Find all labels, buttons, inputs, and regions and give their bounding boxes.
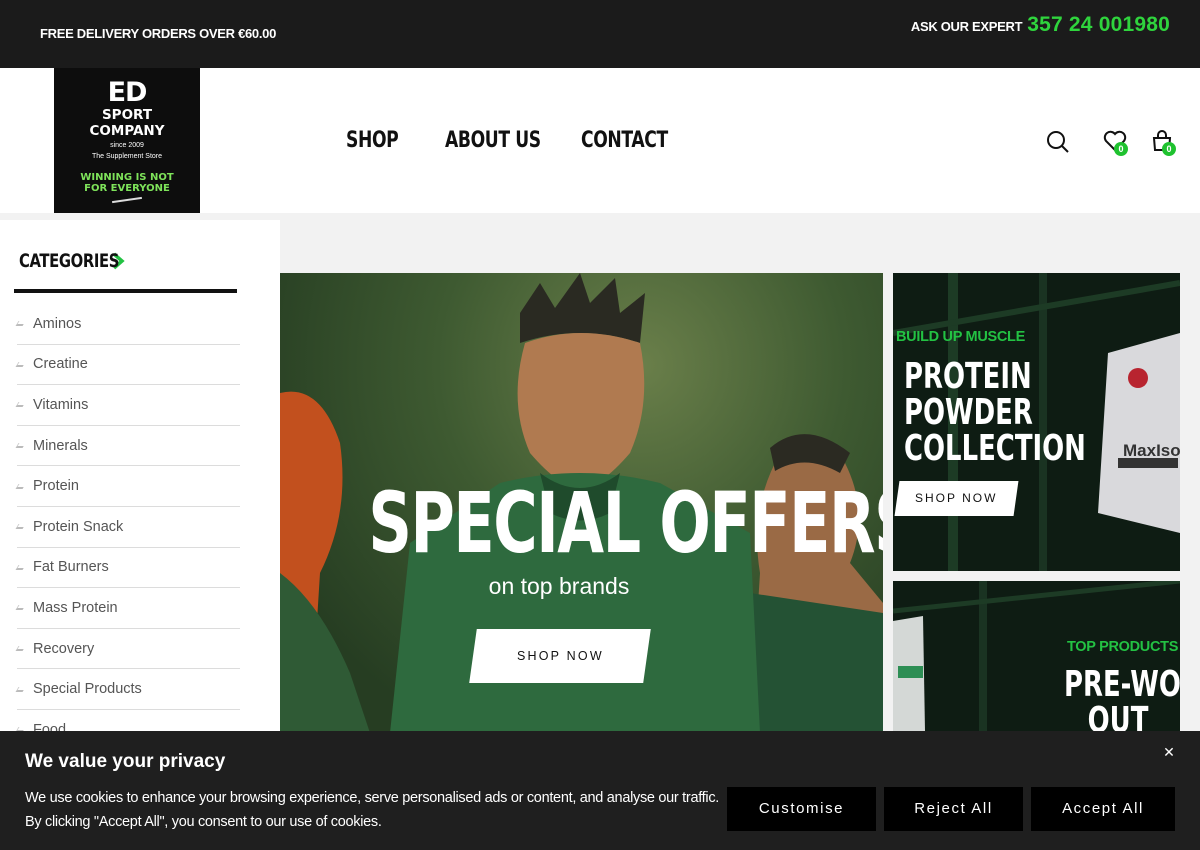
cookie-text: We use cookies to enhance your browsing … [25, 790, 720, 830]
top-bar: FREE DELIVERY ORDERS OVER €60.00 ASK OUR… [0, 0, 1200, 68]
categories-divider [14, 289, 237, 293]
promo-tile-pre-workout[interactable]: TOP PRODUCTS PRE-WORK OUT [893, 581, 1180, 741]
expert-contact[interactable]: ASK OUR EXPERT 357 24 001980 [911, 13, 1170, 37]
nav-contact[interactable]: CONTACT [581, 128, 668, 153]
bullet-icon [15, 483, 26, 489]
nav-about-us[interactable]: ABOUT US [445, 128, 541, 153]
logo-store: The Supplement Store [91, 153, 163, 160]
category-label: Minerals [33, 437, 88, 454]
tile1-shop-now-button[interactable]: SHOP NOW [894, 481, 1019, 516]
tile2-line1: PRE-WORK [1064, 664, 1180, 705]
site-header: ED SPORT COMPANY since 2009 The Suppleme… [0, 68, 1200, 213]
category-label: Fat Burners [33, 559, 109, 576]
main-nav: SHOP ABOUT US CONTACT [346, 128, 668, 153]
category-item-protein[interactable]: Protein [15, 466, 240, 507]
category-label: Mass Protein [33, 599, 118, 616]
cookie-reject-all-button[interactable]: Reject All [884, 787, 1023, 831]
bullet-icon [15, 605, 26, 611]
bullet-icon [15, 686, 26, 692]
wishlist-count-badge: 0 [1114, 142, 1128, 156]
tile1-line2: POWDER [904, 392, 1033, 433]
category-item-recovery[interactable]: Recovery [15, 629, 240, 670]
logo-since: since 2009 [110, 142, 144, 149]
tile1-button-label: SHOP NOW [915, 491, 998, 505]
category-item-protein-snack[interactable]: Protein Snack [15, 507, 240, 548]
category-item-special-products[interactable]: Special Products [15, 669, 240, 710]
bullet-icon [15, 524, 26, 530]
bullet-icon [15, 321, 26, 327]
logo-text-sport: SPORT [101, 107, 153, 123]
nav-shop[interactable]: SHOP [346, 128, 399, 153]
category-list: Aminos Creatine Vitamins Minerals Protei… [15, 304, 240, 751]
tile1-line1: PROTEIN [904, 356, 1032, 397]
product-label-text: MaxIso [1123, 441, 1180, 460]
category-label: Special Products [33, 681, 142, 698]
promo-tile-protein[interactable]: MaxIso BUILD UP MUSCLE PROTEIN POWDER CO… [893, 273, 1180, 571]
hero-button-label: SHOP NOW [516, 649, 604, 663]
category-label: Recovery [33, 640, 95, 657]
site-logo[interactable]: ED SPORT COMPANY since 2009 The Suppleme… [54, 68, 200, 213]
bullet-icon [15, 361, 26, 367]
bullet-icon [15, 402, 26, 408]
category-item-minerals[interactable]: Minerals [15, 426, 240, 467]
categories-title: CATEGORIES [19, 250, 120, 272]
hero-banner[interactable]: SPECIAL OFFERS on top brands SHOP NOW [280, 273, 883, 733]
expert-phone-link[interactable]: 357 24 001980 [1027, 13, 1170, 37]
category-item-mass-protein[interactable]: Mass Protein [15, 588, 240, 629]
cookie-title: We value your privacy [25, 751, 226, 772]
free-delivery-promo: FREE DELIVERY ORDERS OVER €60.00 [40, 26, 277, 41]
category-label: Protein Snack [33, 518, 124, 535]
bullet-icon [15, 646, 26, 652]
logo-slogan-2: FOR EVERYONE [84, 183, 170, 194]
cart-button[interactable]: 0 [1151, 130, 1176, 157]
tile1-line3: COLLECTION [904, 428, 1086, 469]
category-label: Aminos [33, 315, 82, 332]
logo-text-company: COMPANY [89, 123, 165, 139]
expert-label: ASK OUR EXPERT [910, 19, 1023, 34]
close-icon[interactable]: ✕ [1156, 739, 1182, 765]
cookie-customise-button[interactable]: Customise [727, 787, 876, 831]
tile2-kicker: TOP PRODUCTS [1067, 639, 1179, 655]
category-item-fat-burners[interactable]: Fat Burners [15, 548, 240, 589]
hero-shop-now-button[interactable]: SHOP NOW [469, 629, 651, 683]
cart-count-badge: 0 [1162, 142, 1176, 156]
tile1-kicker: BUILD UP MUSCLE [896, 329, 1025, 345]
categories-heading[interactable]: CATEGORIES [19, 250, 125, 272]
hero-title: SPECIAL OFFERS [368, 474, 883, 572]
hero-subtitle: on top brands [488, 573, 630, 599]
search-icon[interactable] [1046, 130, 1070, 159]
category-label: Creatine [33, 356, 88, 373]
category-item-aminos[interactable]: Aminos [15, 304, 240, 345]
bullet-icon [15, 443, 26, 449]
logo-slogan-1: WINNING IS NOT [80, 172, 174, 183]
cookie-consent-banner: We value your privacy We use cookies to … [0, 731, 1200, 850]
logo-swoosh [112, 196, 142, 204]
category-label: Vitamins [33, 396, 89, 413]
cookie-accept-all-button[interactable]: Accept All [1031, 787, 1175, 831]
category-item-vitamins[interactable]: Vitamins [15, 385, 240, 426]
wishlist-button[interactable]: 0 [1103, 130, 1128, 157]
bullet-icon [15, 564, 26, 570]
category-label: Protein [33, 478, 79, 495]
category-item-creatine[interactable]: Creatine [15, 345, 240, 386]
logo-text-ed: ED [107, 77, 148, 108]
